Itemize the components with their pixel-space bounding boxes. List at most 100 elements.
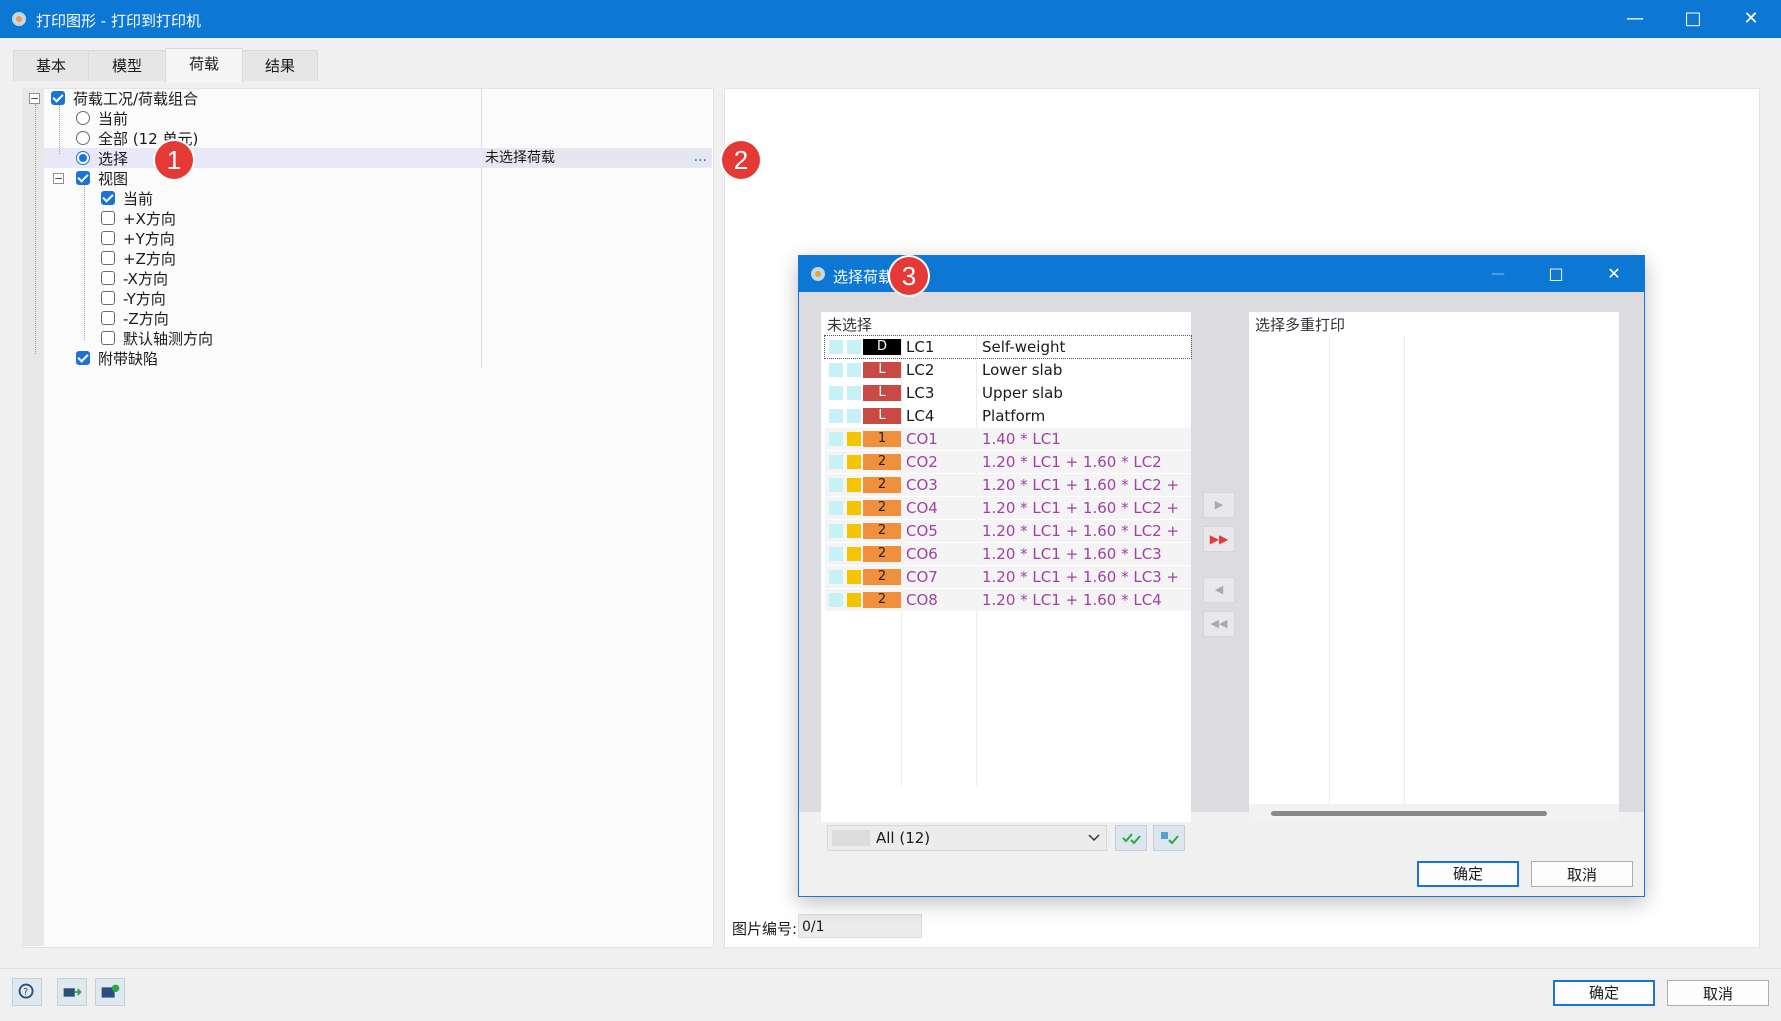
row-swatch bbox=[847, 478, 861, 492]
tab-results[interactable]: 结果 bbox=[242, 50, 318, 81]
row-description: Upper slab bbox=[982, 384, 1063, 402]
tree-line bbox=[59, 104, 60, 154]
view-checkbox[interactable] bbox=[76, 171, 90, 185]
row-description: 1.20 * LC1 + 1.60 * LC2 bbox=[982, 453, 1162, 471]
tree-line bbox=[84, 184, 85, 340]
dialog-cancel-button[interactable]: 取消 bbox=[1531, 861, 1633, 887]
plus-y-checkbox[interactable] bbox=[101, 231, 115, 245]
chevron-down-icon bbox=[1088, 834, 1100, 842]
load-row[interactable]: 2 CO2 1.20 * LC1 + 1.60 * LC2 bbox=[825, 451, 1191, 473]
load-row[interactable]: 2 CO8 1.20 * LC1 + 1.60 * LC4 bbox=[825, 589, 1191, 611]
row-tag: 1 bbox=[863, 431, 901, 447]
load-row[interactable]: L LC2 Lower slab bbox=[825, 359, 1191, 381]
row-id: CO4 bbox=[906, 499, 938, 517]
move-left-button[interactable]: ◀ bbox=[1203, 577, 1235, 603]
load-row[interactable]: 1 CO1 1.40 * LC1 bbox=[825, 428, 1191, 450]
dialog-maximize-button[interactable]: □ bbox=[1527, 256, 1585, 292]
horizontal-scrollbar[interactable] bbox=[1249, 804, 1619, 822]
move-all-right-button[interactable]: ▶▶ bbox=[1203, 526, 1235, 552]
dialog-ok-button[interactable]: 确定 bbox=[1417, 861, 1519, 887]
imperfections-label: 附带缺陷 bbox=[98, 350, 159, 368]
current-radio[interactable] bbox=[76, 111, 90, 125]
filter-swatch bbox=[832, 830, 870, 846]
row-id: CO5 bbox=[906, 522, 938, 540]
plus-z-label: +Z方向 bbox=[123, 250, 176, 268]
export-icon[interactable] bbox=[57, 978, 87, 1006]
minus-z-label: -Z方向 bbox=[123, 310, 169, 328]
select-radio[interactable] bbox=[76, 151, 90, 165]
row-swatch bbox=[829, 524, 843, 538]
row-swatch bbox=[847, 455, 861, 469]
load-cases-checkbox[interactable] bbox=[51, 91, 65, 105]
ellipsis-button[interactable]: ... bbox=[694, 148, 707, 166]
tab-model[interactable]: 模型 bbox=[88, 50, 166, 81]
plus-z-checkbox[interactable] bbox=[101, 251, 115, 265]
minus-x-label: -X方向 bbox=[123, 270, 168, 288]
invert-selection-icon[interactable] bbox=[1153, 825, 1185, 851]
tab-loads[interactable]: 荷载 bbox=[165, 48, 243, 83]
row-swatch bbox=[829, 570, 843, 584]
row-tag: 2 bbox=[863, 592, 901, 608]
scrollbar-thumb[interactable] bbox=[1271, 811, 1547, 816]
row-swatch bbox=[829, 363, 843, 377]
help-icon[interactable]: ? bbox=[12, 978, 42, 1006]
cancel-button[interactable]: 取消 bbox=[1667, 980, 1769, 1006]
row-id: LC2 bbox=[906, 361, 935, 379]
load-row[interactable]: D LC1 Self-weight bbox=[824, 335, 1192, 359]
imperfections-checkbox[interactable] bbox=[76, 351, 90, 365]
row-swatch bbox=[829, 593, 843, 607]
load-row[interactable]: 2CO51.20 * LC1 + 1.60 * LC2 + 1.60 ... bbox=[825, 520, 1191, 562]
row-description: 1.40 * LC1 bbox=[982, 430, 1061, 448]
row-swatch bbox=[847, 501, 861, 515]
minus-y-checkbox[interactable] bbox=[101, 291, 115, 305]
load-selection-field[interactable]: 未选择荷载 ... bbox=[482, 149, 711, 167]
all-radio[interactable] bbox=[76, 131, 90, 145]
row-id: LC4 bbox=[906, 407, 935, 425]
row-tag: 2 bbox=[863, 569, 901, 585]
dialog-close-button[interactable]: ✕ bbox=[1585, 256, 1643, 292]
row-swatch bbox=[847, 409, 861, 423]
collapse-load-cases-toggle[interactable]: − bbox=[29, 93, 40, 104]
select-all-icon[interactable] bbox=[1115, 825, 1147, 851]
load-row[interactable]: 2CO71.20 * LC1 + 1.60 * LC3 + 1.60 ... bbox=[825, 566, 1191, 608]
row-swatch bbox=[829, 409, 843, 423]
view-current-checkbox[interactable] bbox=[101, 191, 115, 205]
close-button[interactable]: ✕ bbox=[1722, 0, 1780, 38]
load-row[interactable]: L LC4 Platform bbox=[825, 405, 1191, 427]
load-row[interactable]: 2 CO6 1.20 * LC1 + 1.60 * LC3 bbox=[825, 543, 1191, 565]
view-current-label: 当前 bbox=[123, 190, 154, 208]
badge-3: 3 bbox=[890, 257, 928, 295]
unselected-list[interactable]: 未选择 D LC1 Self-weight L LC2 Lower slab L LC3 Upp… bbox=[821, 312, 1192, 851]
dialog-app-icon bbox=[811, 267, 825, 281]
row-swatch bbox=[829, 432, 843, 446]
app-icon bbox=[12, 12, 26, 26]
filter-dropdown[interactable]: All (12) bbox=[827, 825, 1107, 851]
load-selection-value: 未选择荷载 bbox=[485, 150, 555, 166]
load-row[interactable]: L LC3 Upper slab bbox=[825, 382, 1191, 404]
collapse-view-toggle[interactable]: − bbox=[53, 173, 64, 184]
plus-x-checkbox[interactable] bbox=[101, 211, 115, 225]
ok-button[interactable]: 确定 bbox=[1553, 980, 1655, 1006]
load-row[interactable]: 2CO41.20 * LC1 + 1.60 * LC2 + 1.60 ... bbox=[825, 497, 1191, 539]
row-tag: L bbox=[863, 408, 901, 424]
dialog-minimize-button[interactable]: — bbox=[1469, 256, 1527, 292]
unselected-header: 未选择 bbox=[827, 316, 873, 334]
minus-z-checkbox[interactable] bbox=[101, 311, 115, 325]
plus-x-label: +X方向 bbox=[123, 210, 176, 228]
move-all-left-button[interactable]: ◀◀ bbox=[1203, 611, 1235, 637]
row-swatch bbox=[847, 432, 861, 446]
selected-list[interactable]: 选择多重打印 bbox=[1249, 312, 1619, 822]
minimize-button[interactable]: — bbox=[1606, 0, 1664, 38]
current-label: 当前 bbox=[98, 110, 129, 128]
picture-number-field[interactable]: 0/1 bbox=[798, 914, 922, 938]
print-settings-icon[interactable] bbox=[95, 978, 125, 1006]
load-row[interactable]: 2CO31.20 * LC1 + 1.60 * LC2 + 1.60 ... bbox=[825, 474, 1191, 516]
row-id: CO1 bbox=[906, 430, 938, 448]
tab-basic[interactable]: 基本 bbox=[13, 50, 89, 81]
row-swatch bbox=[829, 547, 843, 561]
default-iso-checkbox[interactable] bbox=[101, 331, 115, 345]
minus-x-checkbox[interactable] bbox=[101, 271, 115, 285]
filter-value: All (12) bbox=[876, 829, 931, 847]
maximize-button[interactable]: □ bbox=[1664, 0, 1722, 38]
move-right-button[interactable]: ▶ bbox=[1203, 492, 1235, 518]
